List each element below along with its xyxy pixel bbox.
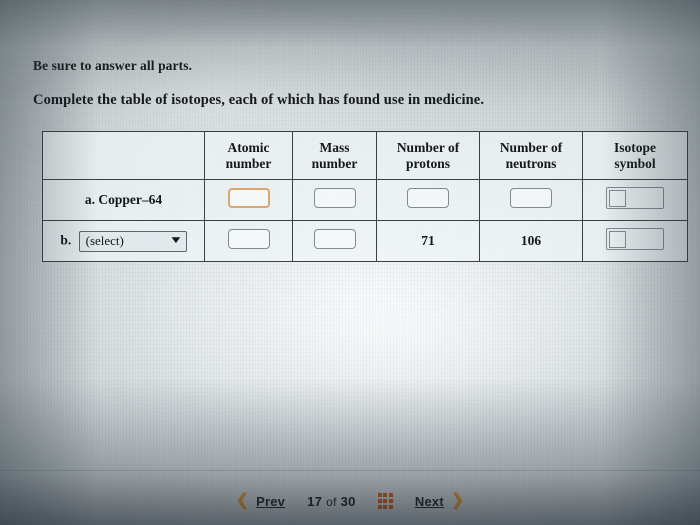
protons-input-row-a[interactable] (407, 187, 449, 208)
mass-number-input-row-a[interactable] (313, 187, 356, 208)
navigation-separator (0, 470, 700, 471)
table-row: b. (select) ▼ 71 106 (42, 220, 688, 262)
total-pages-number: 30 (340, 493, 356, 509)
chevron-left-icon: ❮ (235, 492, 250, 509)
header-line-1: Atomic (227, 140, 270, 156)
next-label: Next (414, 493, 444, 509)
page-title: Complete the table of isotopes, each of … (33, 92, 485, 108)
row-label-copper-64: a. Copper–64 (42, 179, 205, 221)
protons-value-row-b: 71 (376, 220, 480, 262)
row-label-select: b. (select) ▼ (42, 220, 205, 262)
instruction-text: Be sure to answer all parts. (33, 58, 193, 73)
grid-cell (388, 504, 393, 509)
chevron-down-icon: ▼ (168, 235, 184, 246)
bottom-navigation-bar: ❮ Prev 17 of 30 Next ❯ (0, 488, 700, 514)
of-word: of (326, 494, 337, 509)
page-content: Be sure to answer all parts. Complete th… (0, 0, 700, 525)
column-header-mass-number: Mass number (292, 131, 377, 180)
header-line-2: protons (405, 155, 450, 171)
cell-protons-row-a (376, 179, 480, 221)
header-line-1: Isotope (613, 140, 656, 156)
grid-cell (377, 504, 382, 509)
grid-cell (377, 493, 382, 498)
isotope-table: Atomic number Mass number Number of prot… (42, 131, 688, 262)
header-line-2: number (225, 155, 272, 171)
grid-cell (383, 499, 388, 503)
isotope-symbol-input-row-b[interactable] (606, 227, 664, 250)
header-line-2: neutrons (505, 155, 557, 171)
mass-number-input-row-b[interactable] (313, 228, 356, 249)
isotope-symbol-input-row-a[interactable] (606, 186, 664, 209)
prev-label: Prev (256, 493, 286, 509)
grid-cell (383, 504, 388, 509)
grid-cell (388, 493, 393, 498)
header-line-2: symbol (614, 155, 656, 171)
isotope-superscript-box-row-a[interactable] (609, 189, 626, 207)
column-header-number-of-neutrons: Number of neutrons (479, 131, 583, 180)
header-line-1: Number of (499, 140, 563, 156)
row-marker-b: b. (60, 232, 72, 248)
header-line-2: number (311, 155, 358, 171)
column-header-atomic-number: Atomic number (204, 131, 293, 180)
grid-cell (377, 499, 382, 503)
cell-mass-number-row-b (292, 220, 377, 262)
cell-atomic-number-row-b (204, 220, 293, 262)
column-header-isotope-symbol: Isotope symbol (582, 131, 688, 180)
cell-atomic-number-row-a (204, 179, 293, 221)
isotope-superscript-box-row-b[interactable] (609, 230, 626, 248)
column-header-number-of-protons: Number of protons (376, 131, 480, 180)
table-header-row: Atomic number Mass number Number of prot… (42, 131, 688, 180)
header-line-1: Mass (319, 140, 350, 156)
table-row: a. Copper–64 (42, 179, 688, 221)
select-value-label: (select) (85, 233, 124, 248)
atomic-number-input-row-a[interactable] (227, 187, 270, 208)
next-button[interactable]: Next ❯ (415, 493, 464, 509)
neutrons-input-row-a[interactable] (510, 187, 552, 208)
chevron-right-icon: ❯ (450, 492, 465, 509)
atomic-number-input-row-b[interactable] (227, 228, 270, 249)
cell-neutrons-row-a (479, 179, 583, 221)
grid-cell (388, 499, 393, 503)
cell-isotope-symbol-row-b (582, 220, 688, 262)
grid-cell (383, 493, 388, 498)
header-line-1: Number of (396, 140, 460, 156)
grid-view-icon[interactable] (377, 493, 393, 509)
cell-isotope-symbol-row-a (582, 179, 688, 221)
element-select-dropdown-row-b[interactable]: (select) ▼ (78, 230, 187, 252)
neutrons-value-row-b: 106 (479, 220, 583, 262)
column-header-blank (42, 131, 205, 180)
prev-button[interactable]: ❮ Prev (236, 493, 285, 509)
current-page-number: 17 (307, 493, 323, 509)
page-indicator: 17 of 30 (307, 494, 356, 509)
cell-mass-number-row-a (292, 179, 377, 221)
